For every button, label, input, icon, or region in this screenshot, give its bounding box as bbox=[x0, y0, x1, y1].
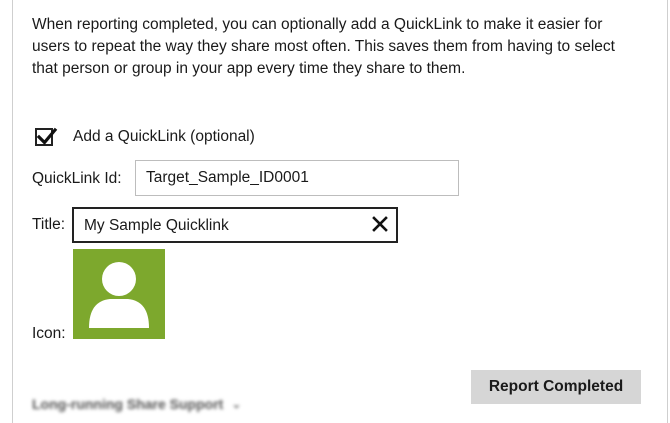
quicklink-id-label: QuickLink Id: bbox=[32, 170, 122, 187]
long-running-label: Long-running Share Support bbox=[32, 396, 224, 412]
title-label: Title: bbox=[32, 216, 66, 233]
quicklink-checkbox-row[interactable]: Add a QuickLink (optional) bbox=[35, 127, 255, 146]
icon-label: Icon: bbox=[32, 325, 66, 342]
chevron-down-icon: ⌄ bbox=[231, 397, 242, 411]
clear-icon[interactable] bbox=[372, 216, 388, 232]
quicklink-icon-tile bbox=[73, 249, 165, 339]
quicklink-checkbox-label: Add a QuickLink (optional) bbox=[73, 128, 255, 145]
checkmark-icon bbox=[36, 127, 58, 145]
person-icon bbox=[89, 262, 149, 328]
report-completed-button[interactable]: Report Completed bbox=[471, 370, 641, 404]
description-text: When reporting completed, you can option… bbox=[32, 16, 615, 77]
quicklink-id-input[interactable]: Target_Sample_ID0001 bbox=[135, 160, 459, 196]
title-value: My Sample Quicklink bbox=[84, 217, 229, 234]
quicklink-checkbox[interactable] bbox=[35, 127, 58, 146]
quicklink-id-value: Target_Sample_ID0001 bbox=[146, 169, 309, 186]
long-running-share-support-link[interactable]: Long-running Share Support ⌄ bbox=[32, 396, 241, 412]
title-input[interactable]: My Sample Quicklink bbox=[72, 207, 398, 243]
